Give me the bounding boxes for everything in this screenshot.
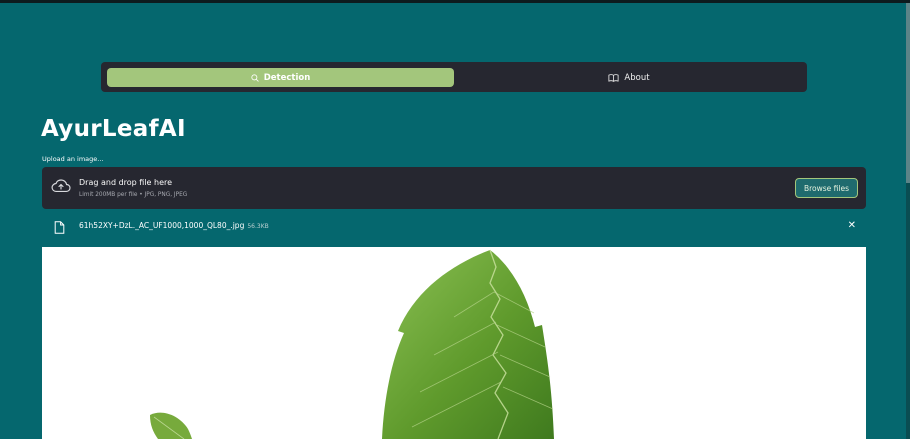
upload-label: Upload an image...	[42, 155, 104, 163]
close-icon[interactable]: ✕	[848, 220, 856, 231]
cloud-upload-icon	[51, 178, 71, 198]
dropzone-limit-text: Limit 200MB per file • JPG, PNG, JPEG	[79, 192, 188, 198]
leaf-image	[150, 249, 554, 439]
uploaded-image-preview	[42, 247, 866, 439]
dropzone-title: Drag and drop file here	[79, 178, 173, 187]
tab-about-label: About	[624, 72, 650, 83]
window-top-edge	[0, 0, 910, 3]
scrollbar-thumb[interactable]	[906, 3, 910, 183]
file-name: 61h52XY+DzL._AC_UF1000,1000_QL80_.jpg 56.…	[79, 221, 269, 230]
book-icon	[608, 73, 619, 82]
page-title: AyurLeafAI	[41, 116, 186, 142]
file-size: 56.3KB	[247, 223, 269, 230]
file-icon	[54, 219, 65, 238]
uploaded-file-row: 61h52XY+DzL._AC_UF1000,1000_QL80_.jpg 56.…	[42, 215, 866, 237]
tab-about[interactable]: About	[457, 68, 801, 87]
search-icon	[251, 73, 259, 82]
file-dropzone[interactable]: Drag and drop file here Limit 200MB per …	[42, 167, 866, 209]
tab-detection-label: Detection	[263, 72, 311, 83]
tab-bar: Detection About	[101, 62, 807, 92]
tab-detection[interactable]: Detection	[107, 68, 454, 87]
file-name-text: 61h52XY+DzL._AC_UF1000,1000_QL80_.jpg	[79, 221, 245, 230]
browse-files-button[interactable]: Browse files	[795, 178, 858, 198]
